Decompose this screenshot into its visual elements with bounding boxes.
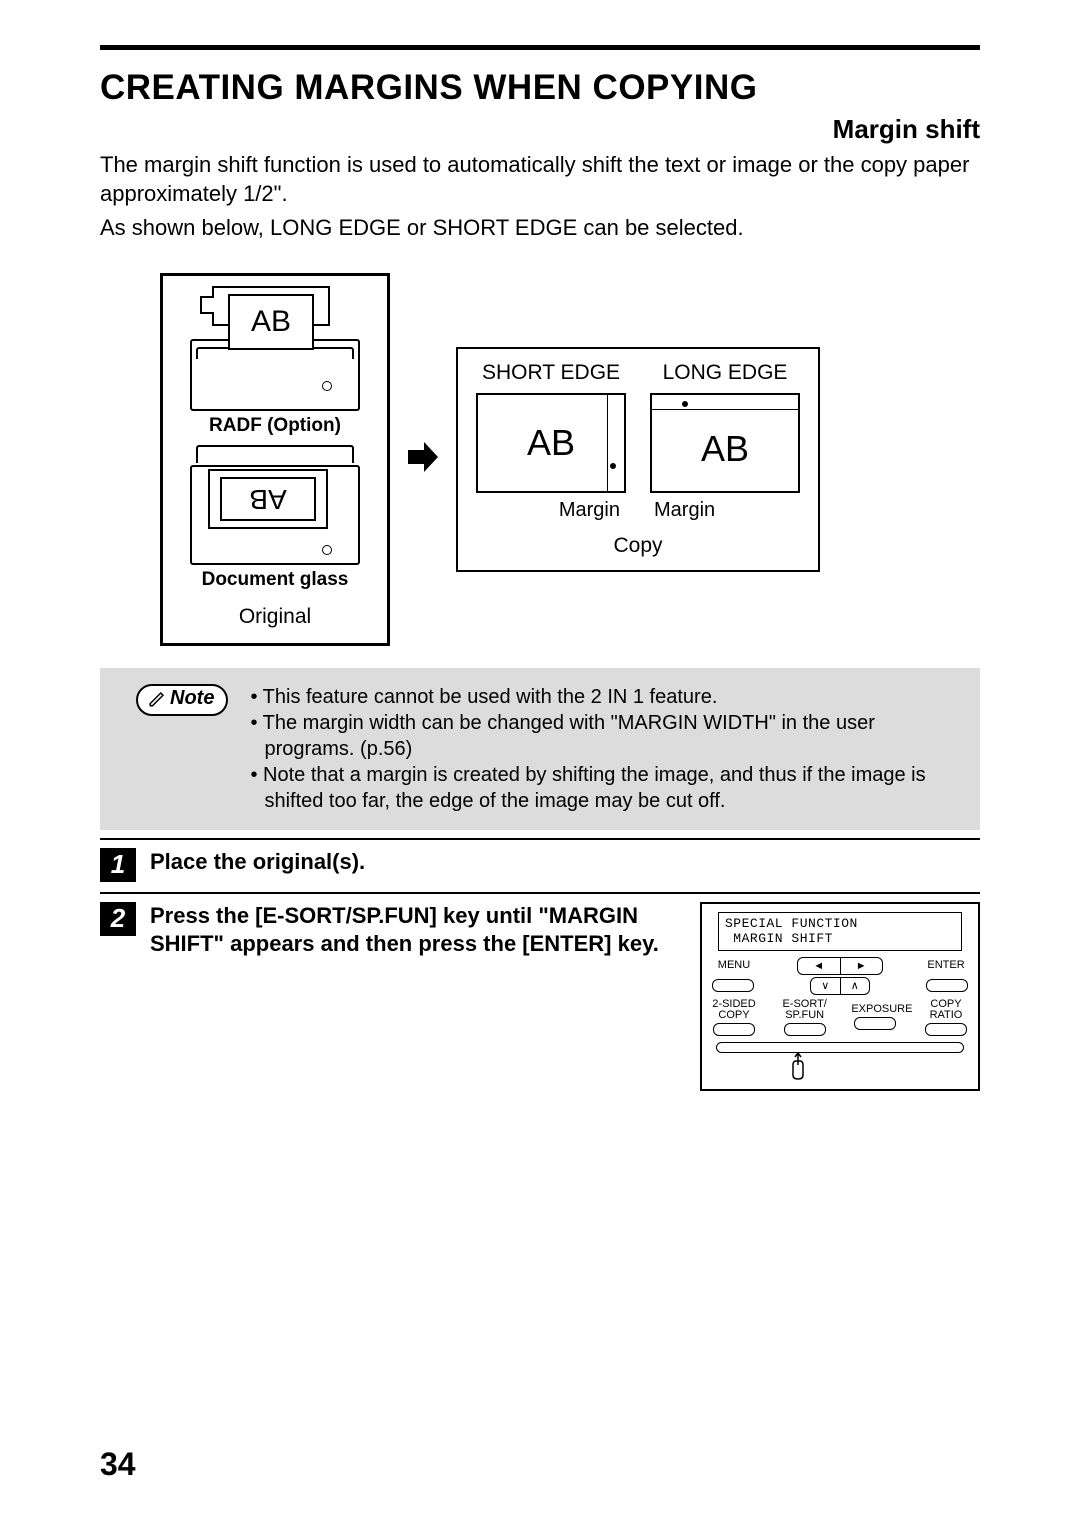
copy-box: SHORT EDGE AB Margin LONG EDGE AB Margin…: [456, 347, 820, 572]
note-item: Note that a margin is created by shiftin…: [250, 762, 962, 814]
enter-button: [926, 979, 968, 992]
left-arrow-icon: ◄: [798, 958, 841, 974]
margin-label-long: Margin: [650, 499, 800, 522]
menu-label: MENU: [710, 960, 758, 971]
lcd-line-2: MARGIN SHIFT: [725, 931, 955, 947]
note-label: Note: [170, 687, 214, 710]
long-edge-sheet-icon: AB: [650, 393, 800, 493]
step-1: 1 Place the original(s).: [100, 838, 980, 882]
step-2: 2 Press the [E-SORT/SP.FUN] key until "M…: [100, 892, 980, 1091]
step-number: 2: [100, 902, 136, 936]
note-item: This feature cannot be used with the 2 I…: [250, 684, 962, 710]
note-item: The margin width can be changed with "MA…: [250, 710, 962, 762]
long-edge-label: LONG EDGE: [650, 361, 800, 385]
esort-button: [784, 1023, 826, 1036]
document-glass-label: Document glass: [173, 569, 377, 591]
down-arrow-icon: ∨: [811, 978, 841, 994]
short-edge-label: SHORT EDGE: [476, 361, 626, 385]
note-pill: Note: [136, 684, 228, 716]
step-text: Place the original(s).: [150, 848, 980, 882]
control-panel-illustration: SPECIAL FUNCTION MARGIN SHIFT MENU ◄ ► E…: [700, 902, 980, 1091]
margin-label-short: Margin: [476, 499, 626, 522]
pencil-icon: [148, 690, 166, 708]
enter-label: ENTER: [922, 960, 970, 971]
intro-paragraph-2: As shown below, LONG EDGE or SHORT EDGE …: [100, 214, 980, 243]
radf-label: RADF (Option): [173, 415, 377, 437]
arrow-right-icon: [406, 440, 440, 479]
intro-paragraph-1: The margin shift function is used to aut…: [100, 151, 980, 208]
up-arrow-icon: ∧: [841, 978, 870, 994]
exposure-label: EXPOSURE: [851, 1004, 899, 1015]
copyratio-button: [925, 1023, 967, 1036]
2sided-button: [713, 1023, 755, 1036]
note-box: Note This feature cannot be used with th…: [100, 668, 980, 830]
menu-button: [712, 979, 754, 992]
radf-printer-icon: AB: [190, 286, 360, 411]
esort-label: E-SORT/ SP.FUN: [781, 999, 829, 1021]
short-edge-column: SHORT EDGE AB Margin: [476, 361, 626, 522]
page-subtitle: Margin shift: [100, 114, 980, 145]
sheet-ab-label: AB: [527, 422, 575, 464]
step-number: 1: [100, 848, 136, 882]
pointer-hand-icon: [626, 1051, 970, 1081]
note-list: This feature cannot be used with the 2 I…: [250, 684, 962, 814]
copyratio-label: COPY RATIO: [922, 999, 970, 1021]
page-number: 34: [100, 1446, 136, 1483]
long-edge-column: LONG EDGE AB Margin: [650, 361, 800, 522]
paper-ab-label: AB: [228, 294, 314, 350]
top-rule: [100, 45, 980, 50]
updown-buttons: ∨ ∧: [810, 977, 870, 995]
exposure-button: [854, 1017, 896, 1030]
paper-ab-reversed-label: AB: [220, 477, 316, 521]
lcd-display: SPECIAL FUNCTION MARGIN SHIFT: [718, 912, 962, 951]
sheet-ab-label: AB: [701, 428, 749, 470]
arrow-buttons: ◄ ►: [797, 957, 883, 975]
document-glass-icon: AB: [190, 445, 360, 565]
2sided-label: 2-SIDED COPY: [710, 999, 758, 1021]
lcd-line-1: SPECIAL FUNCTION: [725, 916, 955, 932]
copy-label: Copy: [476, 534, 800, 558]
original-label: Original: [173, 605, 377, 629]
originals-box: AB RADF (Option) AB Document glass Origi…: [160, 273, 390, 646]
right-arrow-icon: ►: [841, 958, 883, 974]
page-title: CREATING MARGINS WHEN COPYING: [100, 68, 980, 108]
diagram: AB RADF (Option) AB Document glass Origi…: [160, 273, 980, 646]
step-text: Press the [E-SORT/SP.FUN] key until "MAR…: [150, 902, 680, 1091]
short-edge-sheet-icon: AB: [476, 393, 626, 493]
